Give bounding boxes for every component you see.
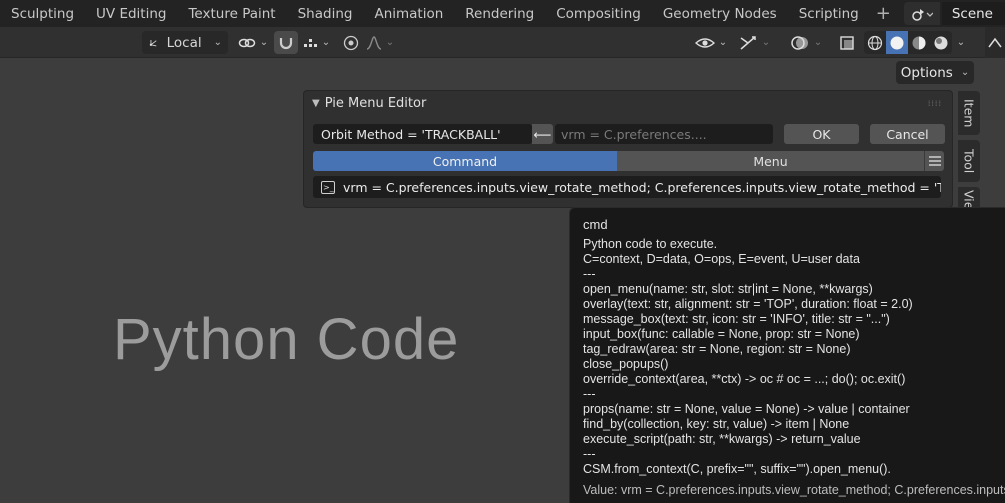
workspace-tab-texture-paint[interactable]: Texture Paint — [177, 0, 286, 27]
tooltip-line: C=context, D=data, O=ops, E=event, U=use… — [583, 252, 860, 266]
command-input[interactable]: vrm = C.preferences.... — [555, 124, 773, 144]
tooltip-line: input_box(func: callable = None, prop: s… — [583, 327, 860, 341]
workspace-tab-scripting[interactable]: Scripting — [788, 0, 870, 27]
snap-target-dropdown[interactable]: ⌄ — [298, 31, 334, 54]
wireframe-sphere-icon — [867, 35, 883, 50]
orientation-local-icon — [149, 39, 157, 46]
ok-button[interactable]: OK — [784, 124, 859, 144]
tooltip-line: CSM.from_context(C, prefix="", suffix=""… — [583, 462, 891, 476]
scene-selector[interactable]: Scene — [903, 1, 1005, 26]
workspace-tab-rendering[interactable]: Rendering — [454, 0, 545, 27]
workspace-tab-sculpting[interactable]: Sculpting — [0, 0, 85, 27]
magnet-icon — [279, 37, 293, 49]
workspace-tab-uv-editing[interactable]: UV Editing — [85, 0, 177, 27]
tooltip-line: tag_redraw(area: str = None, region: str… — [583, 342, 851, 356]
cancel-button[interactable]: Cancel — [870, 124, 945, 144]
orientation-label: Local — [166, 34, 202, 51]
tooltip-separator: --- — [583, 387, 596, 401]
chevron-down-icon: ⌄ — [321, 37, 331, 48]
chevron-down-icon: ⌄ — [259, 37, 269, 48]
chevron-down-icon: ⌄ — [385, 37, 395, 48]
tooltip-separator: --- — [583, 447, 596, 461]
add-workspace-button[interactable]: + — [870, 0, 897, 27]
workspace-tab-animation[interactable]: Animation — [363, 0, 454, 27]
material-sphere-icon — [912, 36, 926, 49]
snap-toggle[interactable] — [274, 31, 298, 54]
overlays-dropdown[interactable]: ⌄ — [786, 31, 826, 54]
copy-to-name-button[interactable]: ⟵ — [532, 124, 553, 144]
tooltip-line: override_context(area, **ctx) -> oc # oc… — [583, 372, 906, 386]
tooltip-title: cmd — [583, 217, 608, 232]
collapse-triangle-icon[interactable]: ▼ — [312, 98, 320, 109]
scene-name[interactable]: Scene — [941, 2, 1005, 25]
sidebar-tab-tool[interactable]: Tool — [958, 140, 980, 182]
link-icon — [238, 38, 256, 47]
chevron-down-icon: ⌄ — [960, 67, 970, 78]
falloff-curve-icon — [366, 35, 382, 50]
command-text-field[interactable]: >_ vrm = C.preferences.inputs.view_rotat… — [313, 176, 941, 198]
terminal-icon: >_ — [321, 180, 335, 194]
chevron-down-icon: ⌄ — [213, 37, 222, 48]
command-text: vrm = C.preferences.inputs.view_rotate_m… — [343, 179, 941, 195]
scene-objects-icon — [912, 8, 933, 21]
material-preview-button[interactable] — [908, 31, 930, 54]
viewport-overlay-text: Python Code — [113, 307, 460, 372]
overlays-icon — [791, 35, 808, 50]
tooltip-value-line: Value: vrm = C.preferences.inputs.view_r… — [583, 483, 1005, 497]
visibility-dropdown[interactable]: ⌄ — [694, 31, 728, 54]
chevron-down-icon: ⌄ — [813, 37, 823, 48]
tooltip-line: close_popups() — [583, 357, 669, 371]
tooltip-line: find_by(collection, key: str, value) -> … — [583, 417, 850, 431]
eye-icon — [694, 37, 715, 48]
tooltip-line: open_menu(name: str, slot: str|int = Non… — [583, 282, 873, 296]
xray-toggle[interactable] — [836, 31, 858, 54]
shading-options-dropdown[interactable]: ⌄ — [952, 31, 970, 54]
panel-header[interactable]: ▼ Pie Menu Editor — [312, 96, 426, 111]
chevron-down-icon: ⌄ — [956, 37, 966, 48]
rendered-sphere-icon — [934, 36, 948, 49]
drag-grip-icon[interactable]: ⁞⁞⁞⁞ — [928, 99, 942, 108]
gizmo-dropdown[interactable]: ⌄ — [734, 31, 774, 54]
wireframe-shading-button[interactable] — [864, 31, 886, 54]
workspace-tab-geometry-nodes[interactable]: Geometry Nodes — [652, 0, 788, 27]
tooltip-line: props(name: str = None, value = None) ->… — [583, 402, 910, 416]
options-label: Options — [900, 64, 953, 81]
hamburger-menu-icon[interactable] — [924, 151, 944, 171]
rendered-shading-button[interactable] — [930, 31, 952, 54]
tooltip-line: message_box(text: str, icon: str = 'INFO… — [583, 312, 890, 326]
snap-increment-icon — [303, 38, 317, 47]
workspace-bar: Sculpting UV Editing Texture Paint Shadi… — [0, 0, 1005, 27]
tooltip-line: overlay(text: str, alignment: str = 'TOP… — [583, 297, 913, 311]
transform-orientation-dropdown[interactable]: Local ⌄ — [142, 31, 228, 54]
tooltip-separator: --- — [583, 267, 596, 281]
pin-icon — [988, 37, 1002, 48]
sidebar-tab-item[interactable]: Item — [958, 91, 980, 135]
solid-sphere-icon — [890, 36, 904, 49]
panel-title: Pie Menu Editor — [324, 96, 427, 111]
solid-shading-button[interactable] — [886, 31, 908, 54]
workspace-tab-shading[interactable]: Shading — [287, 0, 364, 27]
scene-icon[interactable] — [903, 2, 940, 25]
chevron-down-icon: ⌄ — [718, 37, 728, 48]
tab-command[interactable]: Command — [313, 151, 617, 171]
shading-mode-group — [864, 31, 952, 54]
sidebar-tabs: Item Tool View — [958, 88, 982, 211]
proportional-editing-toggle[interactable] — [340, 31, 362, 54]
command-tooltip: cmd Python code to execute. C=context, D… — [569, 207, 1005, 503]
tooltip-line: execute_script(path: str, **kwargs) -> r… — [583, 432, 861, 446]
header-right-edge — [985, 27, 1005, 58]
options-dropdown[interactable]: Options ⌄ — [896, 61, 974, 84]
chevron-down-icon: ⌄ — [761, 37, 771, 48]
xray-icon — [840, 35, 854, 50]
gizmo-icon — [740, 35, 756, 50]
proportional-edit-icon — [343, 35, 359, 50]
pie-menu-editor-panel: ▼ Pie Menu Editor ⁞⁞⁞⁞ Orbit Method = 'T… — [303, 90, 953, 208]
pivot-point-dropdown[interactable]: ⌄ — [236, 31, 270, 54]
viewport-header: Local ⌄ ⌄ ⌄ ⌄ ⌄ ⌄ ⌄ ⌄ — [0, 27, 1005, 58]
falloff-dropdown[interactable]: ⌄ — [364, 31, 396, 54]
tooltip-line: Python code to execute. — [583, 237, 718, 251]
item-name-field[interactable]: Orbit Method = 'TRACKBALL' — [313, 124, 532, 144]
workspace-tab-compositing[interactable]: Compositing — [545, 0, 652, 27]
tab-menu[interactable]: Menu — [617, 151, 924, 171]
